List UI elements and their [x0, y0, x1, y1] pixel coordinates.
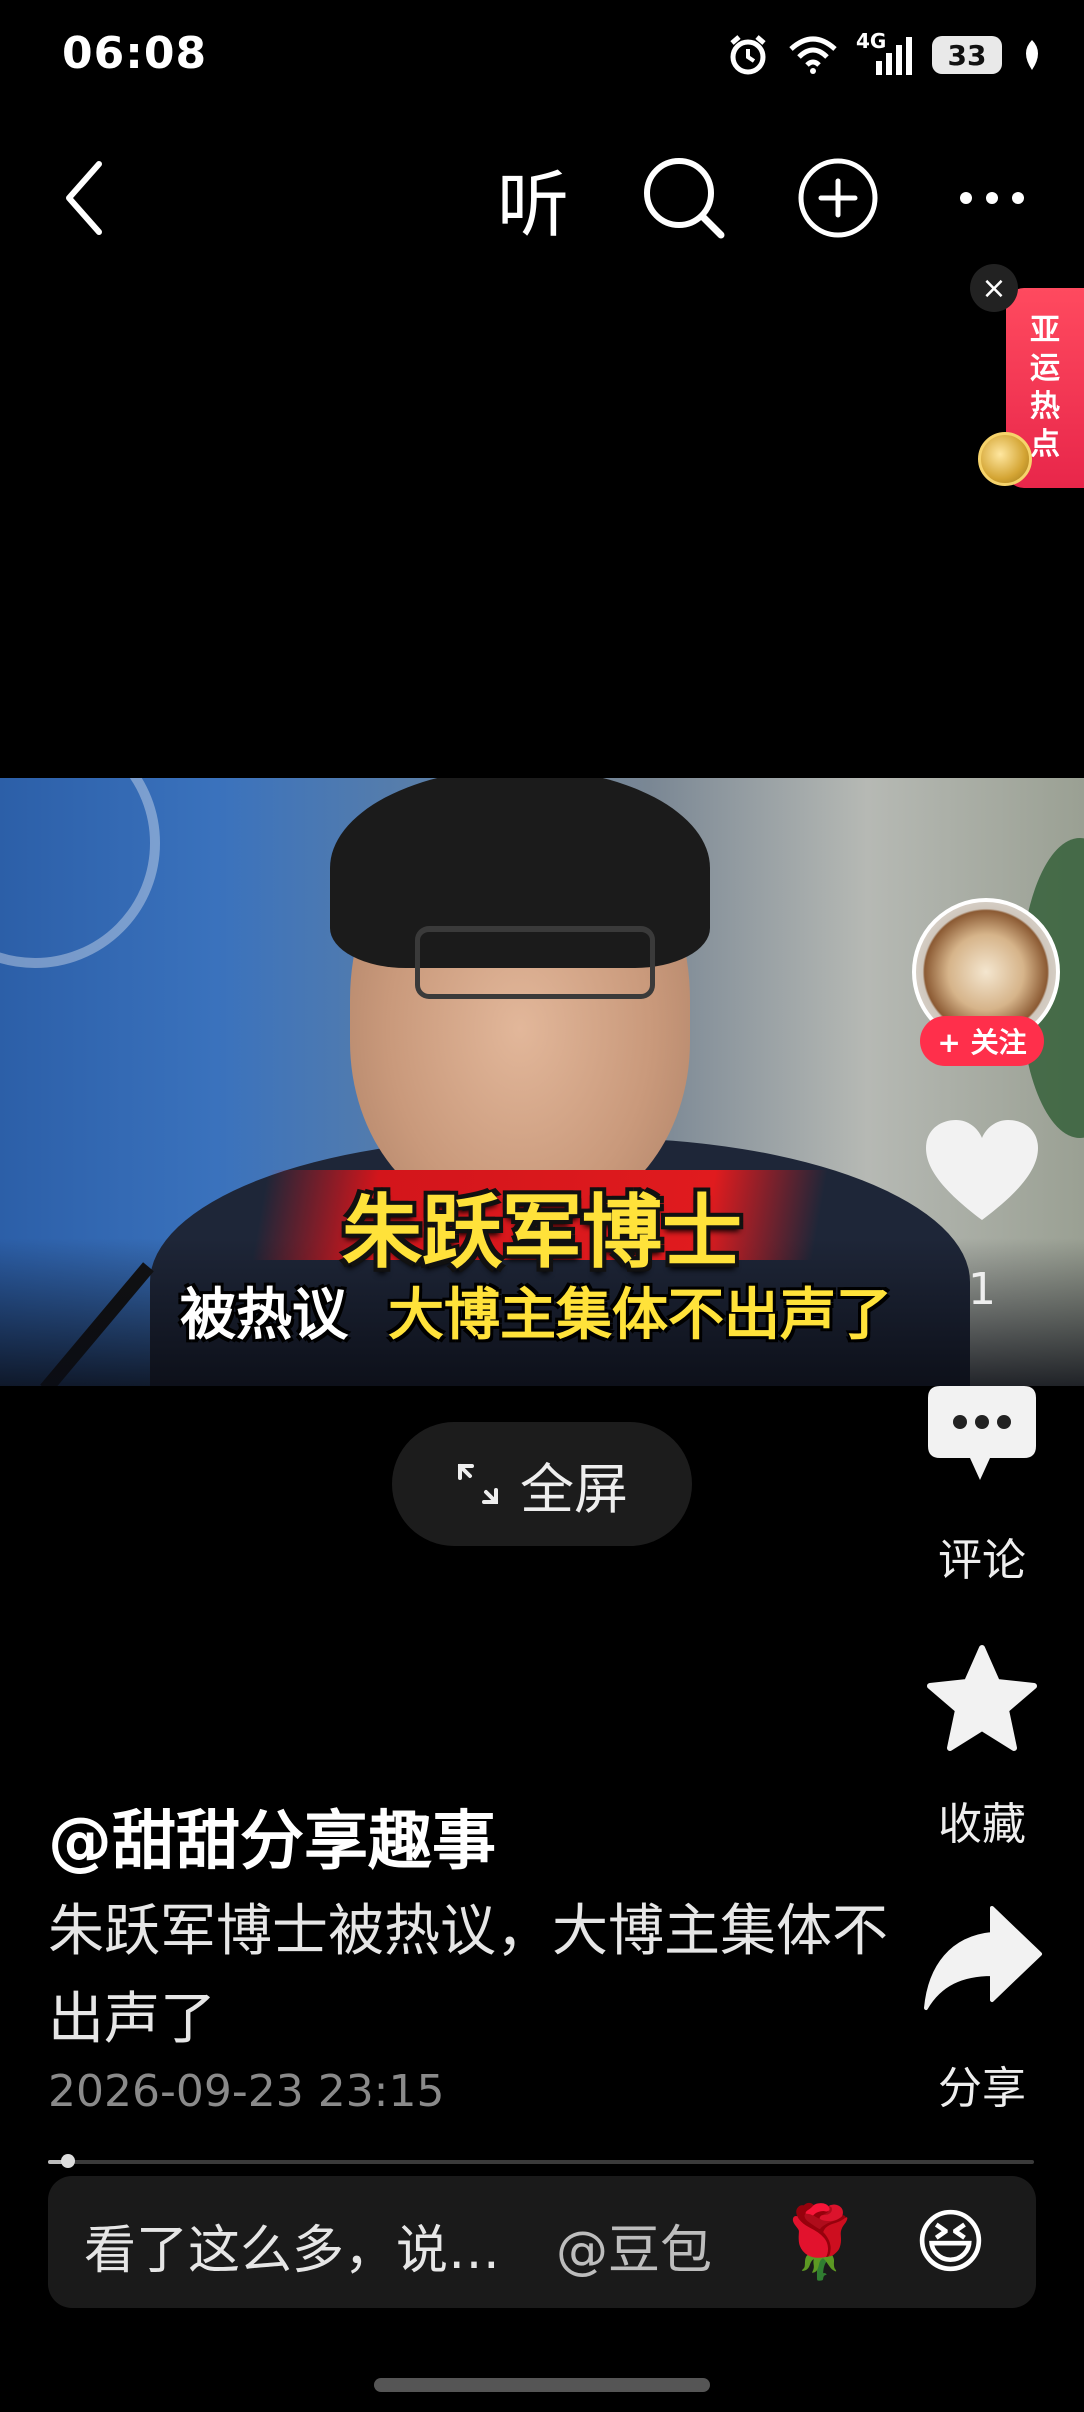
person-glasses [415, 926, 655, 999]
comment-label: 评论 [938, 1535, 1026, 1586]
post-timestamp: 2026-09-23 23:15 [48, 2066, 445, 2117]
comment-icon [928, 1386, 1036, 1480]
author-name[interactable]: @甜甜分享趣事 [48, 1790, 496, 1882]
plus-circle-icon [798, 158, 878, 238]
badge-close-button[interactable]: × [970, 264, 1018, 312]
share-arrow-icon [924, 1906, 1042, 2010]
status-icons: 4G 33 [726, 29, 1044, 80]
status-time: 06:08 [62, 28, 208, 79]
fullscreen-button[interactable]: 全屏 [392, 1422, 692, 1546]
favorite-button[interactable] [924, 1644, 1040, 1756]
emblem-decoration [0, 778, 160, 968]
share-button[interactable] [922, 1904, 1044, 2012]
heart-icon [926, 1120, 1038, 1220]
video-subheadline-white: 被热议 [180, 1283, 348, 1348]
fullscreen-label: 全屏 [520, 1457, 628, 1521]
medal-icon [978, 432, 1032, 486]
star-icon [927, 1645, 1037, 1751]
more-dots-icon [960, 192, 1024, 204]
mention-button[interactable]: @豆包 [556, 2208, 712, 2283]
back-button[interactable] [36, 150, 132, 246]
wifi-icon [789, 36, 837, 74]
add-button[interactable] [790, 150, 886, 246]
follow-button[interactable]: + 关注 [920, 1016, 1044, 1066]
battery-icon: 33 [932, 36, 1002, 74]
badge-char: 点 [1030, 427, 1060, 462]
laugh-emoji-button[interactable]: 😆 [914, 2200, 987, 2284]
comment-button[interactable] [926, 1384, 1038, 1484]
search-icon [644, 158, 725, 239]
more-button[interactable] [944, 150, 1040, 246]
badge-char: 运 [1030, 351, 1060, 386]
badge-char: 热 [1030, 389, 1060, 424]
like-count: 1 [968, 1264, 996, 1315]
signal-icon: 4G [856, 29, 914, 77]
progress-handle[interactable] [60, 2154, 75, 2168]
comment-input[interactable]: 看了这么多，说… [84, 2208, 500, 2283]
alarm-icon [730, 35, 766, 75]
leaf-icon [1026, 40, 1038, 70]
progress-track[interactable] [48, 2160, 1034, 2164]
video-subheadline-yellow: 大博主集体不出声了 [388, 1283, 892, 1348]
badge-char: 亚 [1030, 313, 1060, 348]
expand-icon [458, 1464, 498, 1504]
chevron-left-icon [66, 161, 102, 235]
share-label: 分享 [938, 2063, 1026, 2114]
post-caption: 朱跃军博士被热议，大博主集体不出声了 [48, 1899, 888, 2052]
search-button[interactable] [636, 150, 732, 246]
favorite-label: 收藏 [938, 1799, 1026, 1850]
home-indicator [374, 2378, 710, 2392]
listen-button[interactable]: 听 [478, 150, 588, 247]
like-button[interactable] [922, 1116, 1042, 1226]
rose-emoji-button[interactable]: 🌹 [776, 2200, 863, 2284]
